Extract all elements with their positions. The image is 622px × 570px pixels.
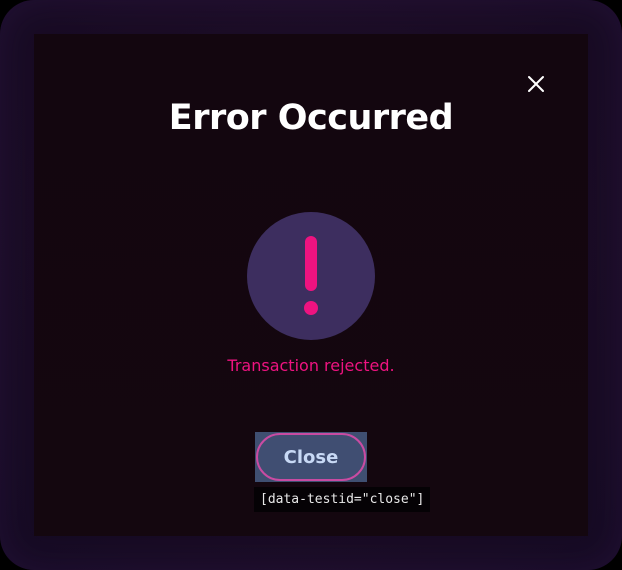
dialog-title: Error Occurred — [168, 98, 454, 138]
close-icon — [528, 76, 544, 92]
error-message: Transaction rejected. — [227, 356, 395, 375]
alert-icon-circle — [247, 212, 375, 340]
error-dialog: Error Occurred Transaction rejected. Clo… — [34, 34, 588, 536]
close-button[interactable]: Close — [256, 433, 366, 481]
exclamation-icon — [304, 236, 318, 315]
selector-tooltip: [data-testid="close"] — [254, 487, 431, 512]
dialog-close-button[interactable] — [520, 68, 552, 100]
